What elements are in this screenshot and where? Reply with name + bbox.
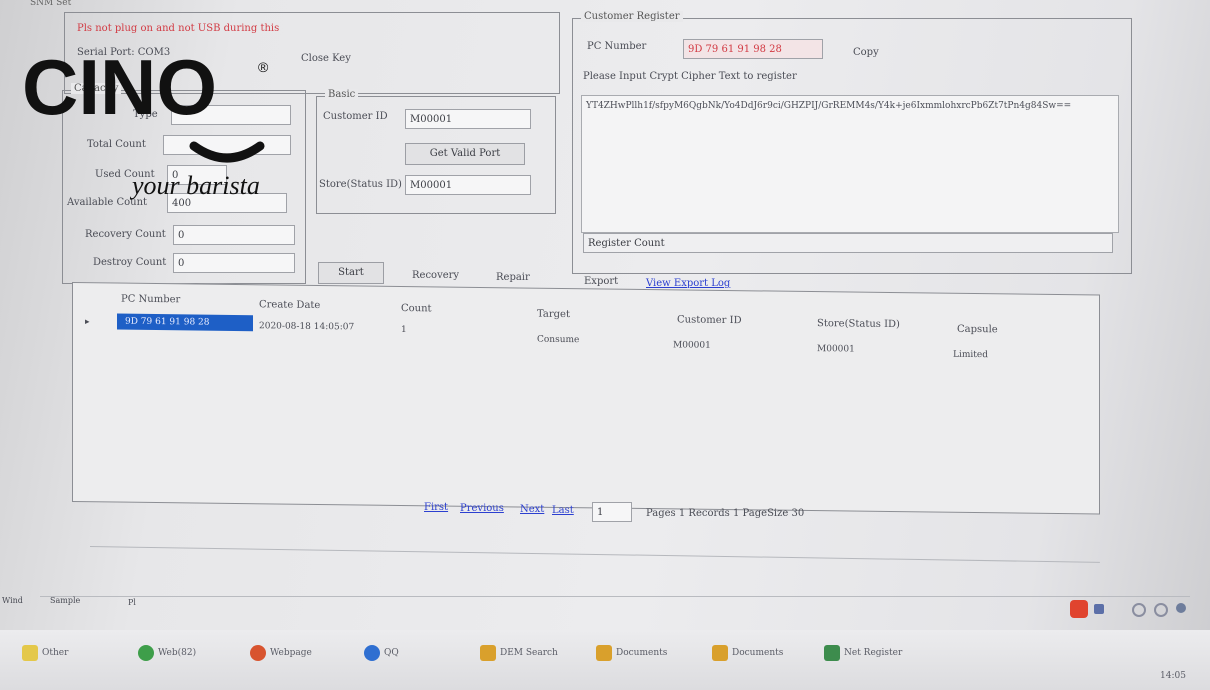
- register-count-label: Register Count: [588, 238, 665, 249]
- cell-pc-number[interactable]: 9D 79 61 91 98 28: [117, 313, 253, 332]
- gear-icon[interactable]: [1154, 603, 1168, 617]
- get-valid-port-button[interactable]: Get Valid Port: [405, 143, 525, 165]
- cell-customer-id[interactable]: M00001: [673, 340, 711, 350]
- taskbar-item[interactable]: Net Register: [824, 643, 902, 663]
- cino-logo: CINO ® your barista: [22, 43, 322, 205]
- pager-first-link[interactable]: First: [424, 502, 448, 513]
- col-pc-number[interactable]: PC Number: [121, 294, 180, 306]
- logo-brand-text: CINO: [22, 52, 217, 131]
- pager-last-link[interactable]: Last: [552, 505, 574, 516]
- folder-icon: [596, 644, 612, 661]
- logo-graphic: CINO ® your barista: [22, 43, 269, 200]
- chrome-icon: [250, 644, 266, 661]
- customer-id-label: Customer ID: [323, 111, 388, 122]
- cell-capsule[interactable]: Limited: [953, 350, 988, 360]
- system-clock[interactable]: 14:05: [1160, 666, 1186, 686]
- sogou-icon[interactable]: [1070, 600, 1088, 618]
- cipher-text: YT4ZHwPllh1f/sfpyM6QgbNk/Yo4DdJ6r9ci/GHZ…: [586, 101, 1072, 111]
- tray-dot-icon[interactable]: [1176, 603, 1186, 613]
- qq-icon: [364, 644, 380, 661]
- export-button[interactable]: Export: [584, 276, 618, 287]
- status-left-3: Pl: [128, 598, 136, 607]
- taskbar-item[interactable]: Webpage: [250, 643, 312, 663]
- destroy-count-label: Destroy Count: [93, 257, 167, 268]
- basic-title: Basic: [325, 89, 359, 100]
- copy-button[interactable]: Copy: [853, 47, 879, 58]
- tray-icons: [1070, 600, 1200, 620]
- tray-small-icon[interactable]: [1094, 604, 1104, 614]
- cell-store-status[interactable]: M00001: [817, 344, 855, 354]
- please-input-label: Please Input Crypt Cipher Text to regist…: [583, 71, 797, 82]
- store-status-label: Store(Status ID): [319, 179, 402, 190]
- folder-icon: [480, 644, 496, 661]
- recovery-count-label: Recovery Count: [85, 229, 166, 240]
- taskbar-label: Other: [42, 648, 69, 658]
- pager-info: Pages 1 Records 1 PageSize 30: [646, 508, 805, 519]
- status-left-1: Wind: [2, 596, 23, 605]
- pager-previous-link[interactable]: Previous: [460, 503, 504, 514]
- taskbar-label: Documents: [732, 648, 784, 658]
- pager: First Previous Next Last 1 Pages 1 Recor…: [424, 500, 884, 524]
- folder-icon: [712, 644, 728, 661]
- customer-register-group: Customer Register PC Number 9D 79 61 91 …: [572, 11, 1132, 274]
- divider: [40, 596, 1190, 597]
- taskbar-item[interactable]: Documents: [596, 643, 667, 663]
- col-create-date[interactable]: Create Date: [259, 299, 320, 311]
- cell-target[interactable]: Consume: [537, 335, 579, 346]
- col-count[interactable]: Count: [401, 303, 432, 314]
- pc-number-label: PC Number: [587, 41, 647, 52]
- repair-button[interactable]: Repair: [496, 272, 530, 283]
- destroy-count-field[interactable]: 0: [173, 253, 295, 273]
- recovery-button[interactable]: Recovery: [412, 270, 459, 281]
- taskbar-label: Webpage: [270, 648, 312, 658]
- taskbar-label: Documents: [616, 648, 668, 658]
- logo-smile: [189, 141, 265, 163]
- browser-icon: [138, 644, 154, 661]
- taskbar-label: QQ: [384, 648, 399, 658]
- app-icon: [22, 644, 38, 661]
- taskbar-label: Net Register: [844, 648, 903, 658]
- status-left-2: Sample: [50, 596, 81, 605]
- cell-create-date[interactable]: 2020-08-18 14:05:07: [259, 321, 354, 332]
- customer-register-title: Customer Register: [581, 11, 683, 22]
- taskbar-item[interactable]: Documents: [712, 643, 783, 663]
- taskbar-label: DEM Search: [500, 648, 558, 658]
- recovery-count-field[interactable]: 0: [173, 225, 295, 245]
- register-count-field[interactable]: Register Count: [583, 233, 1113, 253]
- cipher-textarea[interactable]: YT4ZHwPllh1f/sfpyM6QgbNk/Yo4DdJ6r9ci/GHZ…: [581, 95, 1119, 233]
- taskbar-item[interactable]: Web(82): [138, 643, 196, 663]
- pager-next-link[interactable]: Next: [520, 504, 544, 515]
- settings-icon[interactable]: [1132, 603, 1146, 617]
- view-export-log-link[interactable]: View Export Log: [646, 278, 730, 289]
- logo-tagline: your barista: [129, 171, 260, 200]
- cell-count[interactable]: 1: [401, 325, 407, 335]
- pc-number-field[interactable]: 9D 79 61 91 98 28: [683, 39, 823, 59]
- divider: [89, 546, 1100, 563]
- basic-group: Basic Customer ID M00001 Get Valid Port …: [316, 89, 556, 214]
- records-grid[interactable]: PC Number Create Date Count Target Custo…: [72, 282, 1100, 515]
- taskbar-item[interactable]: QQ: [364, 643, 399, 663]
- taskbar-item[interactable]: DEM Search: [480, 643, 558, 663]
- store-status-field[interactable]: M00001: [405, 175, 531, 195]
- start-button[interactable]: Start: [318, 262, 384, 284]
- taskbar-label: Web(82): [158, 648, 197, 658]
- customer-id-field[interactable]: M00001: [405, 109, 531, 129]
- logo-registered: ®: [258, 59, 269, 75]
- page-number-input[interactable]: 1: [592, 502, 632, 522]
- taskbar-item[interactable]: Other: [22, 643, 68, 663]
- app-icon: [824, 644, 840, 661]
- warning-text: Pls not plug on and not USB during this: [77, 23, 280, 34]
- top-frame-label: SNM Set: [30, 0, 72, 8]
